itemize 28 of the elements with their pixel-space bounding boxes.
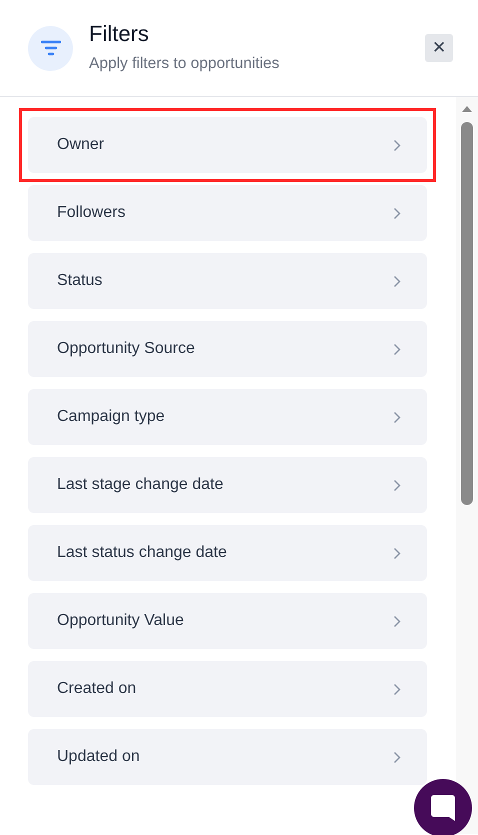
chevron-right-icon: [393, 478, 401, 492]
chevron-right-icon: [393, 138, 401, 152]
filter-item[interactable]: Updated on: [28, 729, 427, 785]
chevron-right-icon: [393, 682, 401, 696]
scrollbar[interactable]: [456, 97, 478, 834]
filter-item[interactable]: Status: [28, 253, 427, 309]
chevron-right-icon: [393, 750, 401, 764]
filter-item[interactable]: Followers: [28, 185, 427, 241]
chevron-right-icon: [393, 614, 401, 628]
chat-button[interactable]: [414, 779, 472, 835]
filter-item[interactable]: Created on: [28, 661, 427, 717]
chat-bubble-icon: [430, 794, 456, 822]
filter-item[interactable]: Campaign type: [28, 389, 427, 445]
filter-item[interactable]: Last stage change date: [28, 457, 427, 513]
chevron-right-icon: [393, 342, 401, 356]
panel-title: Filters: [89, 21, 150, 48]
scroll-up-arrow-icon[interactable]: [461, 105, 473, 113]
filter-item[interactable]: Owner: [28, 117, 427, 173]
close-button[interactable]: ✕: [425, 34, 453, 62]
filter-icon: [40, 40, 60, 56]
filter-item[interactable]: Last status change date: [28, 525, 427, 581]
filter-item[interactable]: Opportunity Source: [28, 321, 427, 377]
chevron-right-icon: [393, 206, 401, 220]
panel-subtitle: Apply filters to opportunities: [89, 54, 280, 74]
filter-item[interactable]: Opportunity Value: [28, 593, 427, 649]
chevron-right-icon: [393, 410, 401, 424]
chevron-right-icon: [393, 274, 401, 288]
chevron-right-icon: [393, 546, 401, 560]
